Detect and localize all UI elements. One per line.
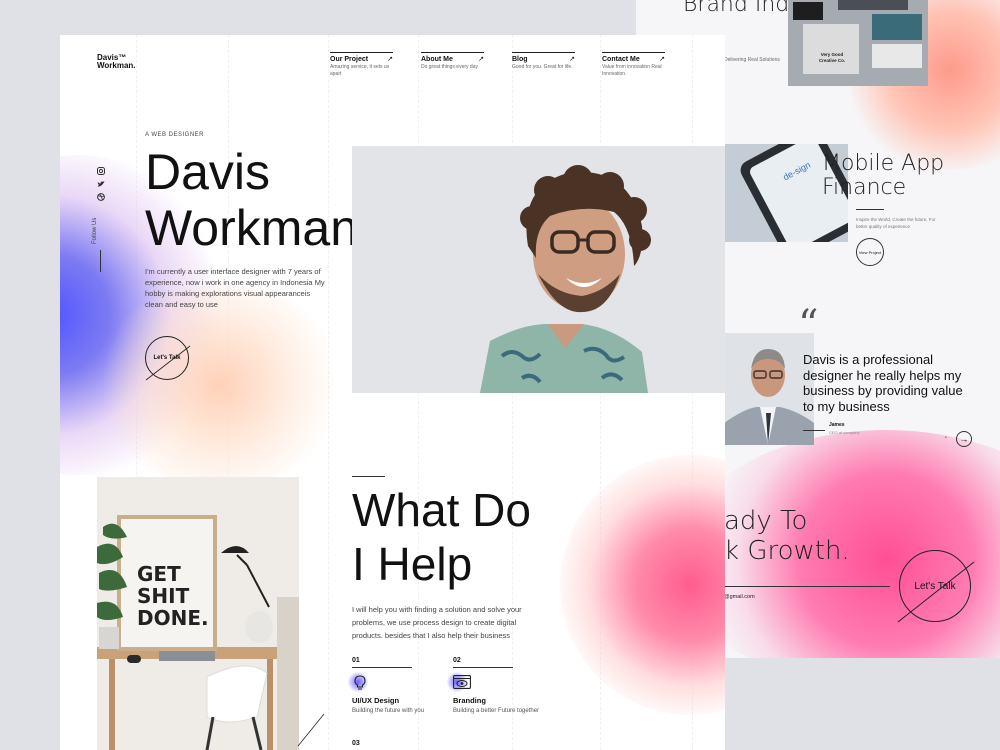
divider <box>100 250 101 272</box>
hero-portrait <box>352 146 725 393</box>
nav-contact-me[interactable]: Contact Me Value from innovation Real In… <box>602 52 665 78</box>
testimonial-text: Davis is a professional designer he real… <box>803 352 963 414</box>
button-slash-line <box>145 345 191 381</box>
mobile-title-line2: Finance <box>822 175 907 200</box>
workspace-photo: GET SHIT DONE. <box>97 477 299 750</box>
cta-email[interactable]: @gmail.com <box>724 594 755 600</box>
brand-identity-image[interactable]: Very Good Creative Co. <box>788 0 928 86</box>
service-branding[interactable]: 02 Branding Building a better Future tog… <box>447 657 540 714</box>
mobile-app-title: Mobile App Finance <box>822 152 944 200</box>
nav-blog[interactable]: Blog Good for you. Great for life. ↗ <box>512 52 575 71</box>
nav-desc: Amazing service, it sets us apart <box>330 64 390 77</box>
service-number: 02 <box>453 657 461 664</box>
divider <box>453 667 513 668</box>
nav-about-me[interactable]: About Me Do great things every day ↗ <box>421 52 484 71</box>
testimonial-role: CEO at company <box>829 430 860 435</box>
decorative-slash-line <box>297 713 325 747</box>
service-title: UI/UX Design <box>352 696 400 705</box>
prev-indicator: • <box>945 435 947 441</box>
service-number: 01 <box>352 657 360 664</box>
logo[interactable]: Davis™ Workman. <box>97 54 136 70</box>
service-title: Branding <box>453 696 486 705</box>
testimonial-name: James <box>829 422 845 428</box>
cta-slash-line <box>897 561 975 623</box>
nav-desc: Value from innovation Real Innovation. <box>602 64 662 77</box>
service-ui-ux[interactable]: 01 UI/UX Design Building the future with… <box>348 657 425 714</box>
divider <box>724 586 890 587</box>
mobile-title-line1: Mobile App <box>822 151 945 176</box>
nav-title: Blog <box>512 56 528 63</box>
testimonial-photo <box>724 333 814 445</box>
brand-identity-desc: Delivering Real Solutions <box>724 57 780 63</box>
nav-title: Contact Me <box>602 56 640 63</box>
arrow-up-right-icon: ↗ <box>478 56 484 63</box>
arrow-up-right-icon: ↗ <box>659 56 665 63</box>
hero-name-line1: Davis <box>145 144 271 200</box>
mobile-app-desc: Inspire the World, Create the future, Fo… <box>856 217 936 229</box>
poster-text: GET SHIT DONE. <box>137 563 209 629</box>
gradient-blob <box>90 285 350 485</box>
arrow-right-icon[interactable]: → <box>956 431 972 447</box>
poster-line: GET <box>137 562 181 586</box>
help-description: I will help you with finding a solution … <box>352 605 522 640</box>
service-desc: Building the future with you <box>352 708 425 714</box>
poster-line: DONE. <box>137 606 209 630</box>
view-project-button[interactable]: View Project <box>856 238 884 266</box>
service-number: 03 <box>352 740 360 747</box>
help-title-line1: What Do <box>352 484 531 536</box>
gradient-blob <box>560 455 725 715</box>
logo-line2: Workman. <box>97 61 136 70</box>
help-title-line2: I Help <box>352 538 473 590</box>
eyebrow-text: A WEB DESIGNER <box>145 132 205 138</box>
divider <box>352 476 385 477</box>
eye-display-icon <box>447 672 513 692</box>
nav-title: About Me <box>421 56 453 63</box>
divider <box>352 667 412 668</box>
nav-desc: Do great things every day <box>421 64 478 70</box>
twitter-icon[interactable] <box>97 180 105 190</box>
card-text: Very Good Creative Co. <box>818 52 846 63</box>
instagram-icon[interactable] <box>97 167 105 177</box>
hero-name-line2: Workman. <box>145 200 372 256</box>
nav-our-project[interactable]: Our Project Amazing service, it sets us … <box>330 52 393 78</box>
hero-description: I'm currently a user interface designer … <box>145 267 325 309</box>
poster-line: SHIT <box>137 584 190 608</box>
cta-title-line1: ady To <box>724 506 808 536</box>
arrow-up-right-icon: ↗ <box>569 56 575 63</box>
cta-title-line2: k Growth. <box>724 536 850 566</box>
divider <box>803 430 825 431</box>
nav-title: Our Project <box>330 56 369 63</box>
nav-desc: Good for you. Great for life. <box>512 64 573 70</box>
arrow-up-right-icon: ↗ <box>387 56 393 63</box>
dribbble-icon[interactable] <box>97 193 105 203</box>
service-desc: Building a better Future together <box>453 708 540 714</box>
divider <box>856 209 884 210</box>
lightbulb-icon <box>348 672 412 692</box>
follow-us-label: Follow Us <box>92 217 98 244</box>
